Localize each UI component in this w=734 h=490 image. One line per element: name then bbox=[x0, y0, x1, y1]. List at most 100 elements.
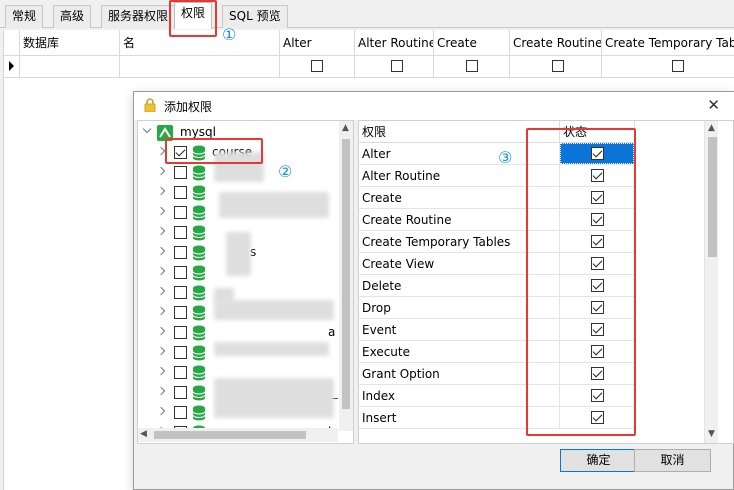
annotation-number-1: ① bbox=[222, 25, 237, 44]
chevron-right-icon[interactable] bbox=[156, 186, 166, 196]
grid-header-alter[interactable]: Alter bbox=[280, 30, 355, 56]
privilege-name: Event bbox=[362, 323, 397, 337]
chevron-right-icon[interactable] bbox=[156, 306, 166, 316]
database-icon bbox=[192, 325, 206, 341]
privilege-name: Alter bbox=[362, 147, 391, 161]
database-icon bbox=[192, 265, 206, 281]
grid-header-create-temporary-tables[interactable]: Create Temporary Tables bbox=[602, 30, 734, 56]
lock-icon bbox=[144, 98, 156, 112]
chevron-right-icon[interactable] bbox=[156, 266, 166, 276]
database-icon bbox=[192, 285, 206, 301]
tab-general[interactable]: 常规 bbox=[5, 5, 44, 28]
database-checkbox[interactable] bbox=[174, 266, 187, 279]
database-checkbox[interactable] bbox=[174, 346, 187, 359]
grid-cell-alter-routine bbox=[355, 56, 434, 78]
database-checkbox[interactable] bbox=[174, 166, 187, 179]
database-checkbox[interactable] bbox=[174, 286, 187, 299]
grid-cell-create-routine bbox=[510, 56, 602, 78]
annotation-box-1 bbox=[169, 0, 217, 37]
grid-header-alter-routine[interactable]: Alter Routine bbox=[355, 30, 434, 56]
privilege-name: Index bbox=[362, 389, 396, 403]
privileges-scroll-thumb[interactable] bbox=[708, 137, 717, 257]
tab-bar: 常规 高级 服务器权限 权限 SQL 预览 bbox=[0, 0, 734, 29]
database-icon bbox=[192, 225, 206, 241]
database-checkbox[interactable] bbox=[174, 306, 187, 319]
tab-advanced[interactable]: 高级 bbox=[53, 5, 92, 28]
tab-server-privileges[interactable]: 服务器权限 bbox=[101, 5, 176, 28]
chevron-right-icon[interactable] bbox=[156, 346, 166, 356]
database-icon bbox=[192, 165, 206, 181]
tree-horizontal-scrollbar[interactable]: ◀ bbox=[138, 428, 338, 442]
grid-cell-name[interactable] bbox=[120, 56, 280, 78]
chevron-right-icon[interactable] bbox=[156, 146, 166, 156]
privilege-name: Create Temporary Tables bbox=[362, 235, 511, 249]
redacted-block bbox=[214, 342, 329, 356]
scroll-up-icon[interactable]: ▲ bbox=[342, 123, 349, 133]
database-icon bbox=[192, 185, 206, 201]
grid-cell-create bbox=[434, 56, 510, 78]
create-routine-checkbox[interactable] bbox=[552, 60, 564, 72]
database-checkbox[interactable] bbox=[174, 246, 187, 259]
database-icon bbox=[192, 345, 206, 361]
grid-cell-database[interactable] bbox=[20, 56, 120, 78]
privileges-vertical-scrollbar[interactable]: ▲ ▼ bbox=[704, 121, 718, 443]
scroll-up-icon[interactable]: ▲ bbox=[708, 123, 715, 133]
privilege-name: Alter Routine bbox=[362, 169, 441, 183]
redacted-block bbox=[214, 378, 334, 418]
database-checkbox[interactable] bbox=[174, 186, 187, 199]
chevron-right-icon[interactable] bbox=[156, 226, 166, 236]
cancel-button[interactable]: 取消 bbox=[634, 449, 711, 472]
close-icon[interactable]: ✕ bbox=[707, 96, 720, 114]
privileges-editor: 常规 高级 服务器权限 权限 SQL 预览 数据库 名 Alter Alter … bbox=[0, 0, 734, 490]
create-checkbox[interactable] bbox=[466, 60, 478, 72]
chevron-right-icon[interactable] bbox=[156, 166, 166, 176]
chevron-right-icon[interactable] bbox=[156, 366, 166, 376]
redacted-block bbox=[226, 232, 251, 276]
database-checkbox[interactable] bbox=[174, 366, 187, 379]
database-checkbox[interactable] bbox=[174, 326, 187, 339]
tree-vertical-scrollbar[interactable]: ▲ bbox=[339, 121, 353, 431]
privilege-name: Grant Option bbox=[362, 367, 440, 381]
scroll-down-icon[interactable]: ▼ bbox=[708, 429, 715, 439]
tree-db-label: a bbox=[328, 325, 336, 339]
database-icon bbox=[192, 385, 206, 401]
alter-routine-checkbox[interactable] bbox=[391, 60, 403, 72]
tree-scroll-thumb[interactable] bbox=[342, 139, 350, 409]
chevron-right-icon[interactable] bbox=[156, 326, 166, 336]
database-checkbox[interactable] bbox=[174, 206, 187, 219]
privilege-name: Execute bbox=[362, 345, 410, 359]
database-icon bbox=[192, 305, 206, 321]
scroll-left-icon[interactable]: ◀ bbox=[140, 429, 147, 439]
redacted-block bbox=[219, 192, 329, 218]
dialog-title: 添加权限 bbox=[164, 100, 213, 114]
grid-cell-create-temporary-tables bbox=[602, 56, 734, 78]
ok-button[interactable]: 确定 bbox=[560, 449, 637, 472]
grid-header-database[interactable]: 数据库 bbox=[20, 30, 120, 56]
privilege-name: Create Routine bbox=[362, 213, 452, 227]
database-checkbox[interactable] bbox=[174, 226, 187, 239]
chevron-right-icon[interactable] bbox=[156, 246, 166, 256]
chevron-right-icon[interactable] bbox=[156, 286, 166, 296]
chevron-right-icon[interactable] bbox=[156, 386, 166, 396]
tree-hscroll-thumb[interactable] bbox=[154, 431, 306, 439]
grid-header-create-routine[interactable]: Create Routine bbox=[510, 30, 602, 56]
alter-checkbox[interactable] bbox=[311, 60, 323, 72]
tree-db-item[interactable]: a bbox=[138, 323, 338, 343]
redacted-block bbox=[214, 300, 334, 320]
chevron-right-icon[interactable] bbox=[156, 206, 166, 216]
privilege-name: Create View bbox=[362, 257, 435, 271]
database-checkbox[interactable] bbox=[174, 386, 187, 399]
privilege-name: Delete bbox=[362, 279, 402, 293]
annotation-box-2 bbox=[165, 138, 263, 164]
privilege-name: Drop bbox=[362, 301, 391, 315]
grid-header-create[interactable]: Create bbox=[434, 30, 510, 56]
chevron-right-icon[interactable] bbox=[156, 406, 166, 416]
database-checkbox[interactable] bbox=[174, 406, 187, 419]
annotation-number-3: ③ bbox=[498, 148, 513, 167]
grid-corner bbox=[4, 30, 20, 56]
row-pointer-cell bbox=[4, 56, 20, 78]
dialog-titlebar: 添加权限 ✕ bbox=[134, 92, 734, 120]
privilege-name: Create bbox=[362, 191, 402, 205]
create-temporary-tables-checkbox[interactable] bbox=[672, 60, 684, 72]
database-icon bbox=[192, 365, 206, 381]
